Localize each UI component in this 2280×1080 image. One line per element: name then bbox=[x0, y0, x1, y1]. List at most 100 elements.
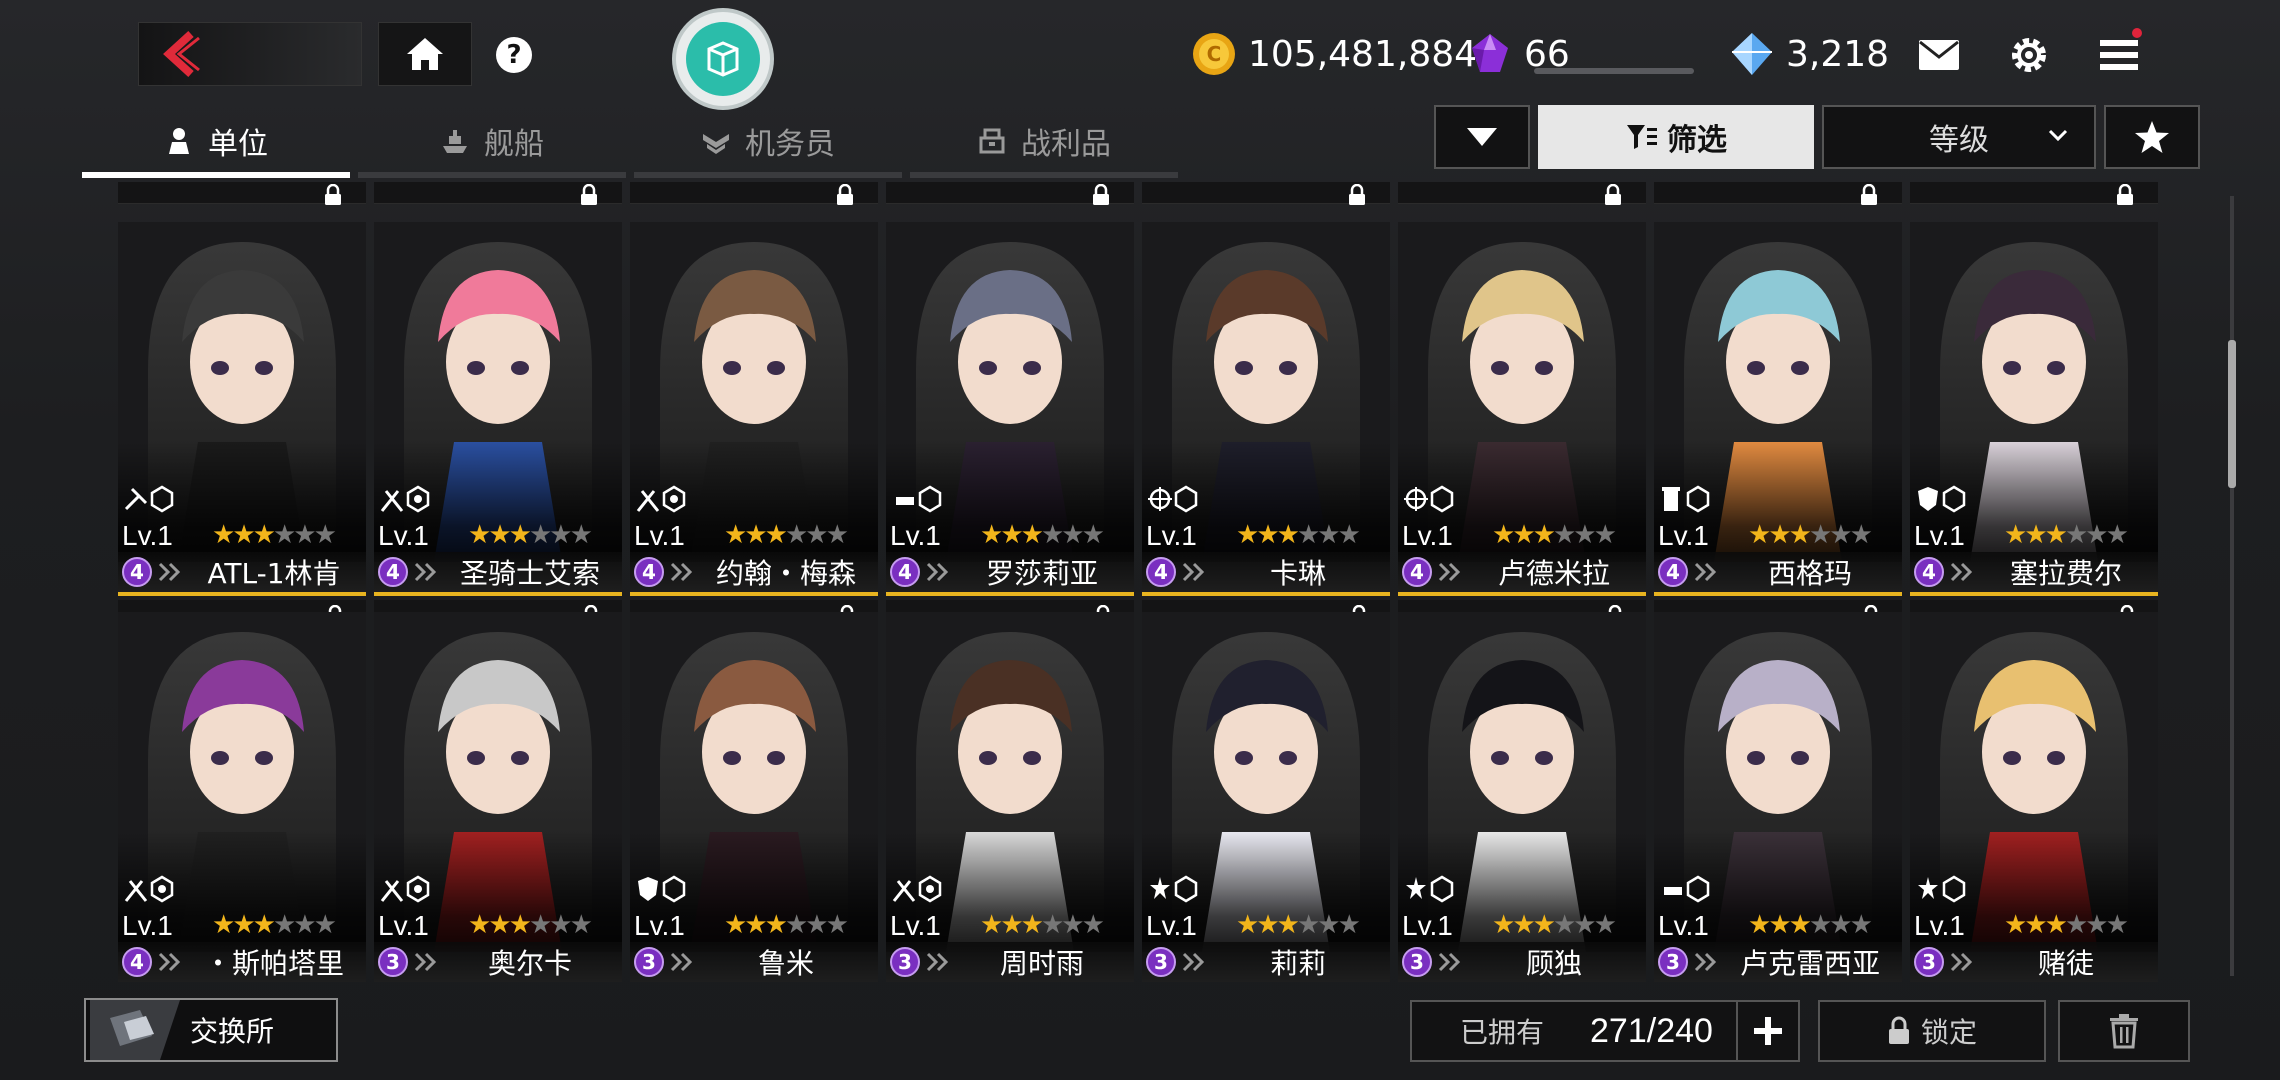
blue-crystal-icon bbox=[1732, 33, 1772, 75]
unit-namebar: 4 西格玛 bbox=[1654, 552, 1902, 596]
star-icon: ★ bbox=[1788, 910, 1812, 940]
rank-badge: 4 bbox=[890, 557, 920, 587]
lock-label: 锁定 bbox=[1920, 1016, 1977, 1049]
peek-card[interactable] bbox=[630, 182, 878, 205]
unit-card[interactable]: Lv.1 ★★★★★★ 4 卡琳 bbox=[1142, 222, 1390, 634]
unit-name: 顾独 bbox=[1525, 947, 1582, 980]
tab-label: 单位 bbox=[208, 127, 268, 162]
unit-card[interactable]: Lv.1 ★★★★★★ 4 圣骑士艾索 bbox=[374, 222, 622, 634]
cube-menu-button[interactable] bbox=[676, 12, 770, 106]
star-icon: ★ bbox=[724, 520, 747, 550]
star-icon: ★ bbox=[2064, 520, 2088, 550]
lock-icon bbox=[1092, 183, 1110, 210]
peek-card[interactable] bbox=[1398, 182, 1646, 205]
unit-namebar: 4 卡琳 bbox=[1142, 552, 1390, 596]
star-rating: ★★★★★★ bbox=[468, 910, 593, 940]
tab-operators[interactable]: 机务员 bbox=[634, 110, 902, 178]
star-rating: ★★★★★★ bbox=[2004, 910, 2129, 940]
settings-button[interactable] bbox=[2004, 30, 2054, 80]
star-icon: ★ bbox=[1748, 520, 1771, 550]
ranger-class-icon bbox=[1664, 875, 1710, 903]
unit-name: 周时雨 bbox=[999, 947, 1084, 980]
unit-card[interactable]: Lv.1 ★★★★★★ 3 奥尔卡 bbox=[374, 612, 622, 982]
unit-card[interactable]: Lv.1 ★★★★★★ 4 ATL-1林肯 bbox=[118, 222, 366, 634]
scrollbar-thumb[interactable] bbox=[2228, 340, 2236, 488]
unit-card[interactable]: Lv.1 ★★★★★★ 4 卢德米拉 bbox=[1398, 222, 1646, 634]
star-icon: ★ bbox=[1593, 910, 1617, 940]
favorite-button[interactable] bbox=[2104, 105, 2200, 169]
filter-icon bbox=[1627, 125, 1657, 149]
filter-button[interactable]: 筛选 bbox=[1538, 105, 1814, 169]
back-button[interactable] bbox=[138, 22, 362, 86]
star-icon: ★ bbox=[1020, 910, 1044, 940]
unit-card[interactable]: Lv.1 ★★★★★★ 4 西格玛 bbox=[1654, 222, 1902, 634]
peek-card[interactable] bbox=[886, 182, 1134, 205]
rank-chevron-icon bbox=[414, 562, 437, 582]
sniper-class-icon bbox=[1148, 485, 1198, 513]
striker-class-icon bbox=[892, 875, 942, 903]
striker-class-icon bbox=[380, 875, 430, 903]
unit-card[interactable]: Lv.1 ★★★★★★ 3 周时雨 bbox=[886, 612, 1134, 982]
unit-card[interactable]: Lv.1 ★★★★★★ 4 塞拉费尔 bbox=[1910, 222, 2158, 634]
expand-capacity-button[interactable] bbox=[1736, 1002, 1798, 1060]
star-icon: ★ bbox=[1256, 520, 1279, 550]
crystal-currency: 3,218 bbox=[1728, 22, 1889, 86]
lock-icon bbox=[580, 183, 598, 210]
star-icon: ★ bbox=[2044, 910, 2068, 940]
filter-label: 筛选 bbox=[1667, 123, 1727, 158]
rank-badge: 4 bbox=[122, 947, 152, 977]
star-icon: ★ bbox=[1552, 910, 1576, 940]
peek-card[interactable] bbox=[1910, 182, 2158, 205]
rank-badge: 3 bbox=[1146, 947, 1176, 977]
star-icon: ★ bbox=[1081, 910, 1105, 940]
star-icon: ★ bbox=[2085, 910, 2108, 940]
unit-name: 罗莎莉亚 bbox=[985, 557, 1098, 590]
sort-dropdown[interactable]: 等级 bbox=[1822, 105, 2096, 169]
unit-list-screen: ? C 105,481,884 66 3,218 单位 舰船 机务员 战利品 筛… bbox=[0, 0, 2280, 1080]
rank-badge: 4 bbox=[1402, 557, 1432, 587]
unit-card[interactable]: Lv.1 ★★★★★★ 4 约翰・梅森 bbox=[630, 222, 878, 634]
lock-button[interactable]: 锁定 bbox=[1818, 1000, 2046, 1062]
peek-card[interactable] bbox=[374, 182, 622, 205]
help-icon[interactable]: ? bbox=[496, 37, 532, 73]
unit-card[interactable]: Lv.1 ★★★★★★ 3 赌徒 bbox=[1910, 612, 2158, 982]
star-icon: ★ bbox=[724, 910, 747, 940]
star-icon: ★ bbox=[232, 520, 255, 550]
star-icon: ★ bbox=[528, 910, 552, 940]
cube-icon bbox=[707, 41, 739, 77]
star-icon: ★ bbox=[272, 520, 296, 550]
unit-name: 约翰・梅森 bbox=[715, 557, 856, 590]
unit-name: 卢德米拉 bbox=[1497, 557, 1610, 590]
home-button[interactable] bbox=[378, 22, 472, 86]
tab-label: 舰船 bbox=[484, 127, 544, 162]
tab-units[interactable]: 单位 bbox=[82, 110, 350, 178]
unit-name: ATL-1林肯 bbox=[207, 557, 341, 590]
rank-chevron-icon bbox=[1182, 562, 1205, 582]
scrollbar-track[interactable] bbox=[2230, 196, 2234, 976]
unit-card[interactable]: Lv.1 ★★★★★★ 4 罗莎莉亚 bbox=[886, 222, 1134, 634]
unit-card[interactable]: Lv.1 ★★★★★★ 3 莉莉 bbox=[1142, 612, 1390, 982]
tab-loot[interactable]: 战利品 bbox=[910, 110, 1178, 178]
star-icon: ★ bbox=[313, 910, 337, 940]
peek-card[interactable] bbox=[1142, 182, 1390, 205]
exchange-button[interactable]: 交换所 bbox=[84, 998, 338, 1062]
lock-icon bbox=[1888, 1016, 1909, 1044]
collapse-filter-button[interactable] bbox=[1434, 105, 1530, 169]
peek-card[interactable] bbox=[118, 182, 366, 205]
unit-card[interactable]: Lv.1 ★★★★★★ 3 卢克雷西亚 bbox=[1654, 612, 1902, 982]
unit-card[interactable]: Lv.1 ★★★★★★ 3 顾独 bbox=[1398, 612, 1646, 982]
main-menu-button[interactable] bbox=[2094, 28, 2144, 80]
unit-name: 奥尔卡 bbox=[487, 947, 572, 980]
star-icon: ★ bbox=[1256, 910, 1279, 940]
delete-button[interactable] bbox=[2058, 1000, 2190, 1062]
mail-button[interactable] bbox=[1914, 30, 1964, 80]
unit-namebar: 3 莉莉 bbox=[1142, 942, 1390, 982]
unit-card[interactable]: Lv.1 ★★★★★★ 3 鲁米 bbox=[630, 612, 878, 982]
star-icon: ★ bbox=[1512, 520, 1535, 550]
unit-namebar: 4 ・斯帕塔里 bbox=[118, 942, 366, 982]
gem-progress-bar bbox=[1534, 68, 1694, 74]
tab-ships[interactable]: 舰船 bbox=[358, 110, 626, 178]
peek-card[interactable] bbox=[1654, 182, 1902, 205]
unit-card[interactable]: Lv.1 ★★★★★★ 4 ・斯帕塔里 bbox=[118, 612, 366, 982]
star-rating: ★★★★★★ bbox=[724, 910, 849, 940]
